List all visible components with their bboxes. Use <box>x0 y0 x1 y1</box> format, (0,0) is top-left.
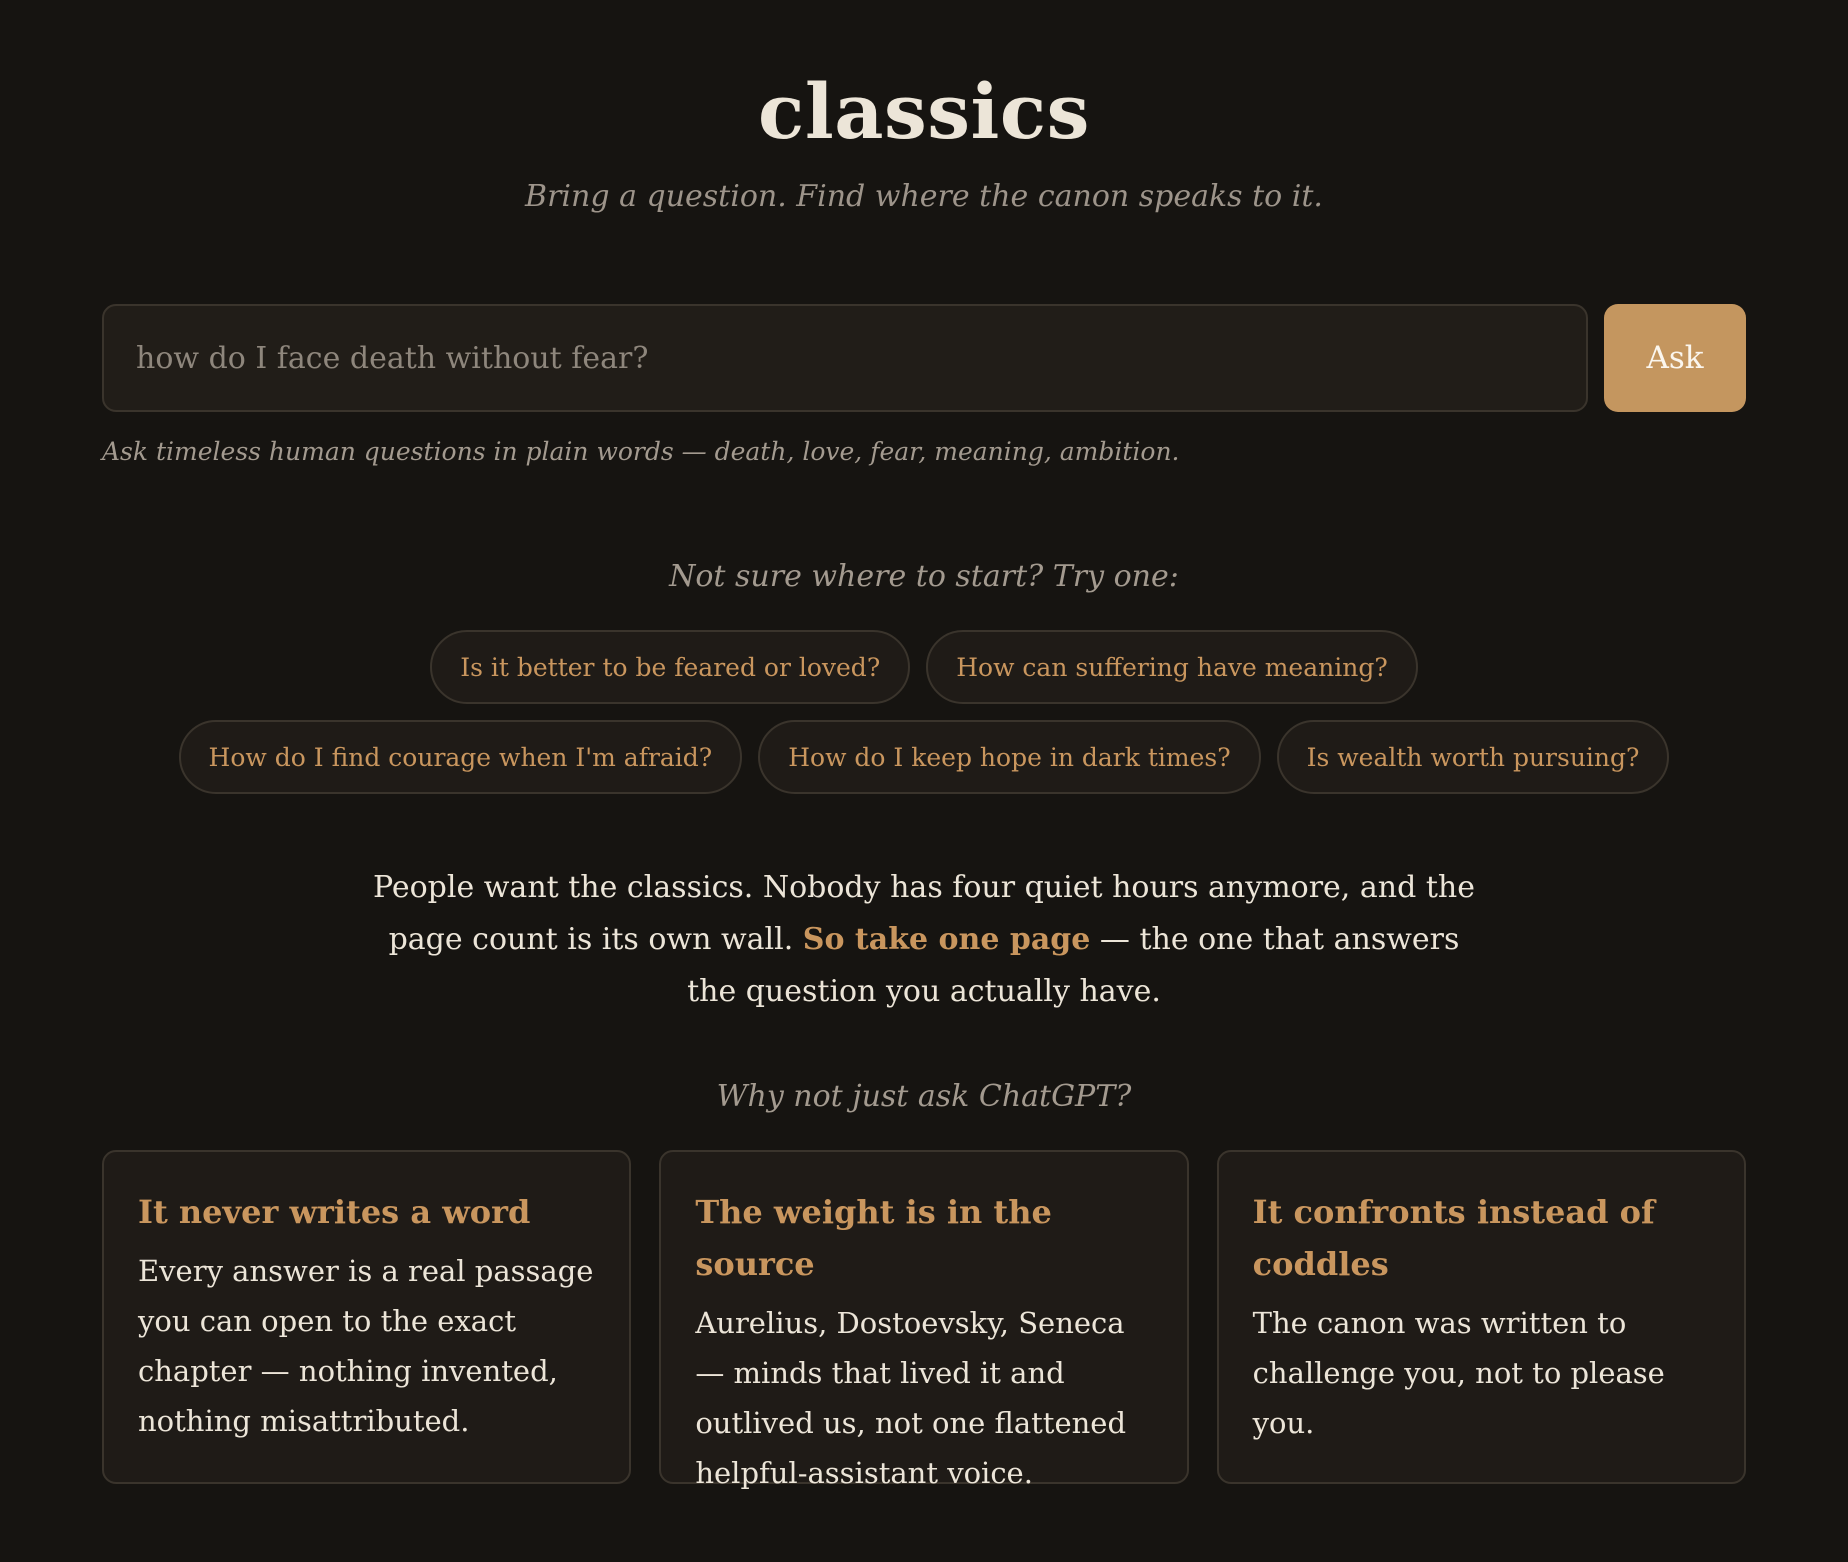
suggestion-chips: Is it better to be feared or loved? How … <box>144 630 1704 794</box>
suggestion-chip-courage[interactable]: How do I find courage when I'm afraid? <box>178 720 743 794</box>
pitch-emphasis: So take one page <box>802 922 1091 957</box>
reason-card-never-writes: It never writes a word Every answer is a… <box>102 1150 632 1484</box>
reason-card-confronts: It confronts instead of coddles The cano… <box>1216 1150 1746 1484</box>
reason-card-body: Aurelius, Dostoevsky, Seneca — minds tha… <box>695 1306 1127 1490</box>
reason-card-title: It never writes a word <box>138 1193 531 1231</box>
page: classics Bring a question. Find where th… <box>0 0 1848 1562</box>
search-hint: Ask timeless human questions in plain wo… <box>102 437 1180 466</box>
site-title: classics <box>758 67 1090 156</box>
ask-button[interactable]: Ask <box>1604 304 1746 412</box>
reason-card-title: The weight is in the source <box>695 1193 1052 1283</box>
reason-card-body: Every answer is a real passage you can o… <box>138 1254 594 1438</box>
suggestion-chip-feared-or-loved[interactable]: Is it better to be feared or loved? <box>430 630 911 704</box>
suggestion-chip-suffering-meaning[interactable]: How can suffering have meaning? <box>926 630 1418 704</box>
pitch-paragraph: People want the classics. Nobody has fou… <box>364 862 1484 1018</box>
reason-card-title: It confronts instead of coddles <box>1252 1193 1655 1283</box>
suggestion-chip-hope[interactable]: How do I keep hope in dark times? <box>758 720 1261 794</box>
question-input[interactable] <box>102 304 1588 412</box>
suggestion-chip-wealth[interactable]: Is wealth worth pursuing? <box>1276 720 1670 794</box>
reason-cards: It never writes a word Every answer is a… <box>102 1150 1746 1490</box>
reason-card-body: The canon was written to challenge you, … <box>1252 1306 1665 1440</box>
tagline: Bring a question. Find where the canon s… <box>525 179 1323 214</box>
why-label: Why not just ask ChatGPT? <box>716 1079 1132 1114</box>
reason-card-weight-in-source: The weight is in the source Aurelius, Do… <box>659 1150 1189 1490</box>
search-row: Ask <box>102 304 1746 412</box>
suggestions-label: Not sure where to start? Try one: <box>669 559 1179 594</box>
